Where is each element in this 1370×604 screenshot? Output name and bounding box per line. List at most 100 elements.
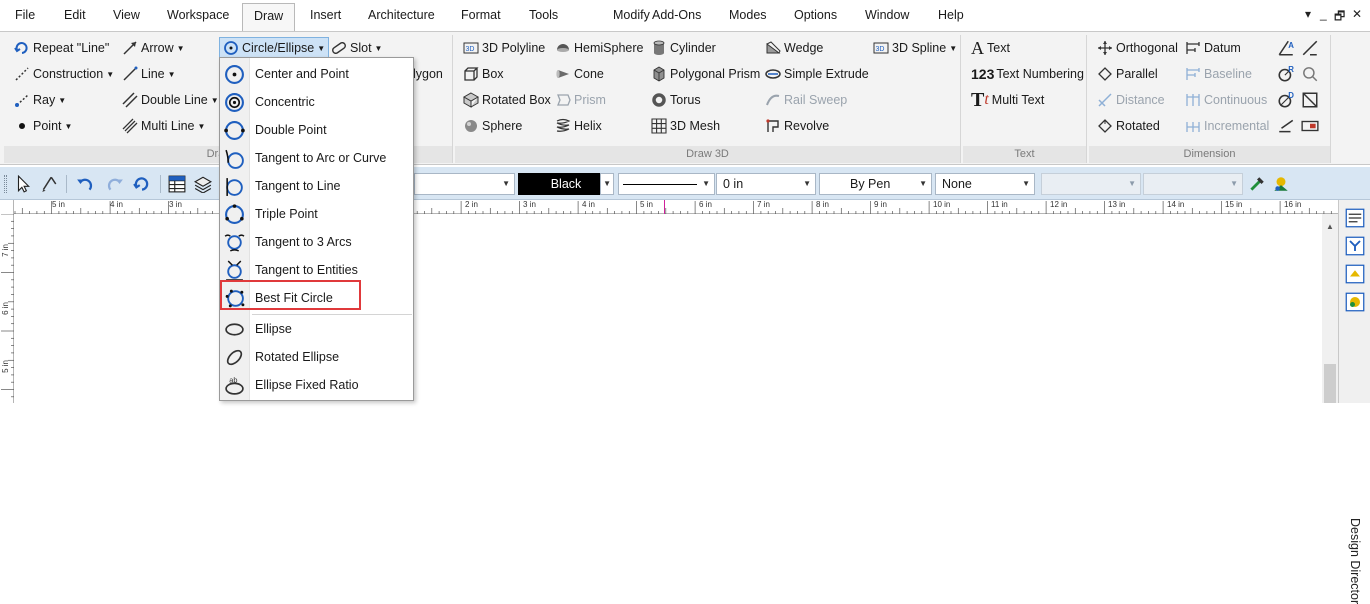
color-dropdown-button[interactable]: ▼ — [600, 173, 614, 195]
pen-select[interactable]: By Pen ▼ — [819, 173, 932, 195]
text-numbering-button[interactable]: 123 Text Numbering — [971, 63, 1084, 85]
menu-view[interactable]: View — [113, 8, 140, 22]
chevron-down-icon[interactable]: ▼ — [702, 174, 710, 194]
ruler-origin[interactable] — [0, 200, 14, 214]
quick-dimension-icon[interactable] — [1301, 65, 1319, 83]
leader-icon[interactable] — [1301, 39, 1319, 57]
line-width-select[interactable]: 0 in ▼ — [716, 173, 816, 195]
material-icon[interactable] — [1272, 175, 1290, 193]
menu-modify[interactable]: Modify — [613, 8, 650, 22]
chevron-down-icon[interactable]: ▼ — [502, 174, 510, 194]
distance-button[interactable]: Distance — [1097, 89, 1165, 111]
menu-item-ellipse[interactable]: Ellipse — [220, 315, 413, 343]
circle-ellipse-button[interactable]: Circle/Ellipse ▼ — [219, 37, 330, 59]
chevron-down-icon[interactable]: ▼ — [1022, 174, 1030, 194]
maximize-icon[interactable]: 🗗 — [1334, 7, 1345, 28]
close-icon[interactable]: ✕ — [1352, 7, 1362, 21]
hierarchy-panel-icon[interactable] — [1345, 236, 1365, 256]
menu-tools[interactable]: Tools — [529, 8, 558, 22]
properties-table-icon[interactable] — [168, 175, 186, 193]
layers-icon[interactable] — [194, 175, 212, 193]
multi-line-button[interactable]: Multi Line ▼ — [122, 115, 205, 137]
fill-select[interactable]: None ▼ — [935, 173, 1035, 195]
chevron-down-icon[interactable]: ▼ — [603, 174, 611, 194]
rotated-box-button[interactable]: Rotated Box — [463, 89, 551, 111]
box-button[interactable]: Box — [463, 63, 504, 85]
parallel-button[interactable]: Parallel — [1097, 63, 1158, 85]
orthogonal-button[interactable]: Orthogonal — [1097, 37, 1178, 59]
menu-item-concentric[interactable]: Concentric — [220, 88, 413, 116]
menu-file[interactable]: File — [15, 8, 35, 22]
chevron-down-icon[interactable]: ▼ — [919, 174, 927, 194]
wedge-button[interactable]: Wedge — [765, 37, 823, 59]
double-line-button[interactable]: Double Line ▼ — [122, 89, 219, 111]
toolbar-grip[interactable] — [4, 175, 7, 193]
menu-item-double-point[interactable]: Double Point — [220, 116, 413, 144]
menu-insert[interactable]: Insert — [310, 8, 341, 22]
menu-window[interactable]: Window — [865, 8, 909, 22]
slot-button[interactable]: Slot ▼ — [331, 37, 382, 59]
arrow-button[interactable]: Arrow ▼ — [122, 37, 185, 59]
incremental-button[interactable]: Incremental — [1185, 115, 1269, 137]
minimize-icon[interactable]: _ — [1320, 7, 1327, 21]
fill-pattern-select[interactable]: ▼ — [1041, 173, 1141, 195]
menu-item-tangent-to-arc-or-curve[interactable]: Tangent to Arc or Curve — [220, 144, 413, 172]
chevron-down-icon[interactable]: ▼ — [803, 174, 811, 194]
torus-button[interactable]: Torus — [651, 89, 701, 111]
rail-sweep-button[interactable]: Rail Sweep — [765, 89, 847, 111]
construction-button[interactable]: Construction ▼ — [14, 63, 114, 85]
scroll-up-icon[interactable]: ▲ — [1326, 222, 1334, 231]
datum-button[interactable]: Datum — [1185, 37, 1241, 59]
text-button[interactable]: A Text — [971, 37, 1010, 59]
chevron-down-icon[interactable]: ▼ — [1128, 174, 1136, 194]
continuous-button[interactable]: Continuous — [1185, 89, 1267, 111]
angular-dimension-icon[interactable]: A — [1277, 39, 1295, 57]
sphere-button[interactable]: Sphere — [463, 115, 522, 137]
tolerance-icon[interactable] — [1301, 117, 1319, 135]
menu-item-triple-point[interactable]: Triple Point — [220, 200, 413, 228]
point-button[interactable]: Point ▼ — [14, 115, 72, 137]
diameter-dimension-icon[interactable]: D — [1277, 91, 1295, 109]
line-button[interactable]: Line ▼ — [122, 63, 176, 85]
menu-item-tangent-to-line[interactable]: Tangent to Line — [220, 172, 413, 200]
chamfer-dimension-icon[interactable] — [1301, 91, 1319, 109]
cone-button[interactable]: Cone — [555, 63, 604, 85]
materials-panel-icon[interactable] — [1345, 292, 1365, 312]
polyline-3d-button[interactable]: 3D 3D Polyline — [463, 37, 545, 59]
menu-item-tangent-to-3-arcs[interactable]: Tangent to 3 Arcs — [220, 228, 413, 256]
scroll-thumb[interactable] — [1324, 364, 1336, 403]
polygonal-prism-button[interactable]: Polygonal Prism — [651, 63, 760, 85]
baseline-button[interactable]: Baseline — [1185, 63, 1252, 85]
menu-item-center-and-point[interactable]: Center and Point — [220, 60, 413, 88]
redo-icon[interactable] — [106, 175, 124, 193]
horizontal-ruler[interactable]: 5 in 4 in 3 in 2 in 3 in 4 in 5 in 6 in … — [0, 200, 1338, 214]
multi-text-button[interactable]: Tt Multi Text — [971, 89, 1044, 111]
eyedropper-icon[interactable] — [1248, 175, 1266, 193]
drawing-canvas[interactable] — [15, 215, 1322, 403]
revolve-button[interactable]: Revolve — [765, 115, 829, 137]
fill-color-select[interactable]: ▼ — [1143, 173, 1243, 195]
edit-tool-icon[interactable] — [40, 175, 58, 193]
properties-panel-icon[interactable] — [1345, 208, 1365, 228]
repeat-icon[interactable] — [133, 175, 151, 193]
hemisphere-button[interactable]: HemiSphere — [555, 37, 643, 59]
spline-3d-button[interactable]: 3D 3D Spline ▼ — [873, 37, 957, 59]
line-style-select[interactable]: ▼ — [618, 173, 715, 195]
menu-edit[interactable]: Edit — [64, 8, 86, 22]
vertical-scrollbar[interactable]: ▲ — [1322, 214, 1338, 403]
menu-draw[interactable]: Draw — [242, 3, 296, 32]
repeat-line-button[interactable]: Repeat "Line" — [14, 37, 109, 59]
arc-length-icon[interactable] — [1277, 117, 1295, 135]
undo-icon[interactable] — [76, 175, 94, 193]
design-director-tab[interactable]: Design Director — [1348, 518, 1362, 604]
prism-button[interactable]: Prism — [555, 89, 606, 111]
menu-options[interactable]: Options — [794, 8, 837, 22]
vertical-ruler[interactable]: 7 in 6 in 5 in — [0, 214, 14, 403]
cylinder-button[interactable]: Cylinder — [651, 37, 716, 59]
chevron-down-icon[interactable]: ▼ — [1230, 174, 1238, 194]
layer-select[interactable]: ▼ — [414, 173, 515, 195]
helix-button[interactable]: Helix — [555, 115, 602, 137]
select-pointer-icon[interactable] — [14, 175, 32, 193]
menu-item-rotated-ellipse[interactable]: Rotated Ellipse — [220, 343, 413, 371]
menu-item-ellipse-fixed-ratio[interactable]: ab Ellipse Fixed Ratio — [220, 371, 413, 399]
